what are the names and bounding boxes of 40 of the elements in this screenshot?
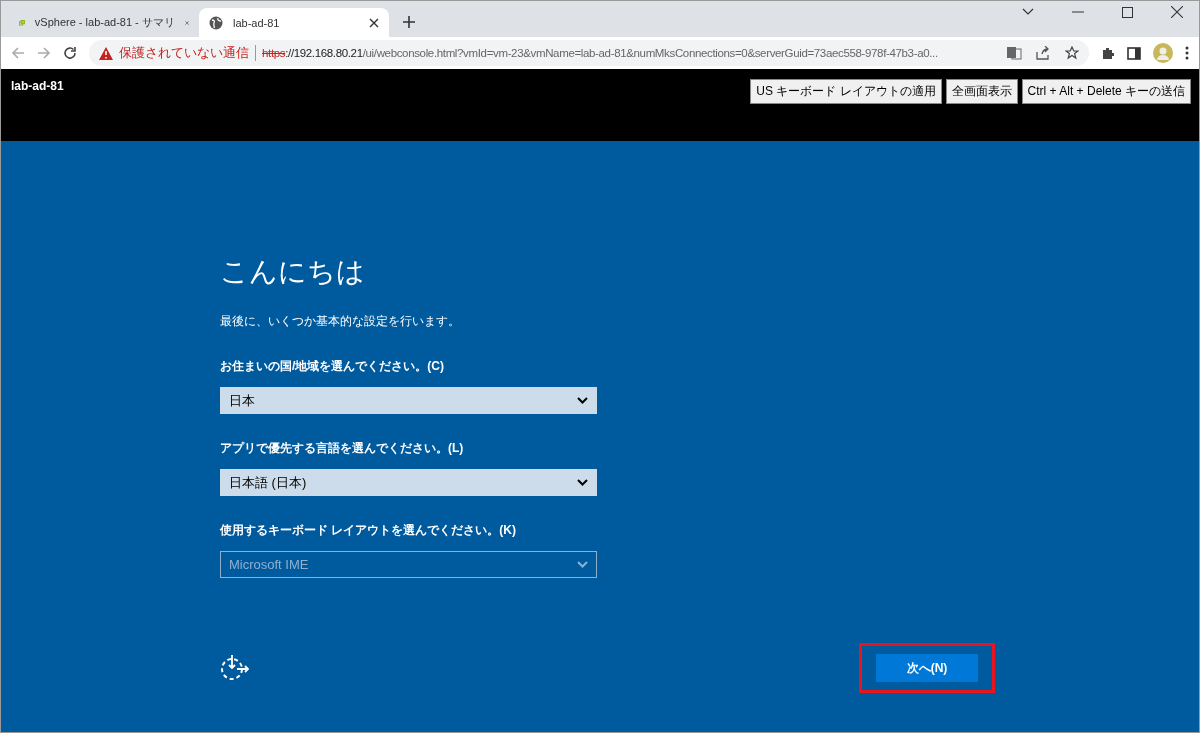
address-field[interactable]: 保護されていない通信 https://192.168.80.21/ui/webconsole.html?vmId=vm-23&vmName=lab-ad-81&numMksConnections=0&serverGuid=73aec558-978f-47b3-a0...: [89, 40, 1089, 66]
console-button[interactable]: 全画面表示: [945, 79, 1018, 104]
accessibility-icon[interactable]: [220, 654, 250, 682]
browser-tab[interactable]: lab-ad-81: [199, 8, 389, 37]
close-icon[interactable]: [369, 17, 379, 28]
new-tab-icon[interactable]: [403, 16, 415, 28]
globe-icon: [209, 15, 223, 30]
dropdown[interactable]: 日本語 (日本): [220, 469, 597, 496]
translate-icon[interactable]: [1006, 46, 1022, 60]
dropdown-value: 日本: [229, 391, 255, 410]
dropdown-value: 日本語 (日本): [229, 473, 307, 492]
console-button[interactable]: Ctrl + Alt + Delete キーの送信: [1021, 79, 1191, 104]
setup-subtitle: 最後に、いくつか基本的な設定を行います。: [220, 313, 461, 330]
tab-title: lab-ad-81: [233, 16, 281, 29]
tab-search-icon[interactable]: [1022, 8, 1034, 16]
share-icon[interactable]: [1036, 46, 1051, 60]
menu-icon[interactable]: [1185, 46, 1189, 60]
security-warning: 保護されていない通信: [119, 44, 249, 62]
console-button[interactable]: US キーボード レイアウトの適用: [750, 79, 942, 104]
chevron-down-icon: [577, 397, 588, 404]
dropdown[interactable]: 日本: [220, 387, 597, 414]
warning-icon: [99, 46, 113, 60]
maximize-icon[interactable]: [1122, 6, 1133, 18]
setup-title: こんにちは: [220, 255, 366, 289]
close-icon[interactable]: [1171, 6, 1183, 18]
field-label: 使用するキーボード レイアウトを選んでください。(K): [220, 522, 517, 539]
tab-title: vSphere - lab-ad-81 - サマリ: [34, 15, 175, 30]
vm-name: lab-ad-81: [11, 79, 64, 93]
puzzle-icon[interactable]: [1101, 46, 1115, 60]
field-label: お住まいの国/地域を選んでください。(C): [220, 358, 445, 375]
next-button[interactable]: 次へ(N): [876, 654, 978, 682]
dropdown-value: Microsoft IME: [229, 557, 309, 572]
chevron-down-icon: [577, 479, 588, 486]
reload-icon[interactable]: [63, 46, 77, 60]
side-panel-icon[interactable]: [1127, 46, 1141, 60]
url-text: https://192.168.80.21/ui/webconsole.html?vmId=vm-23&vmName=lab-ad-81&numMksConnections=0&serverGuid=73aec558-978f-47b3-a0...: [262, 47, 938, 59]
star-icon[interactable]: [1065, 46, 1079, 60]
browser-tab[interactable]: vSphere - lab-ad-81 - サマリ: [9, 8, 199, 37]
field-label: アプリで優先する言語を選んでください。(L): [220, 440, 465, 457]
chevron-down-icon: [577, 561, 588, 568]
